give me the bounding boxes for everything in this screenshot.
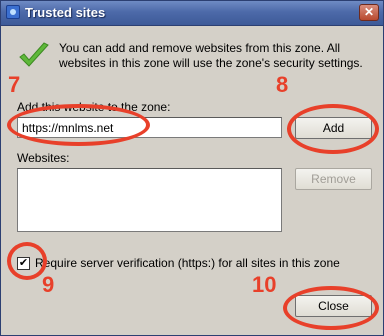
annotation-ellipse-url-input	[7, 104, 150, 146]
window-title: Trusted sites	[25, 5, 106, 20]
internet-options-icon	[6, 5, 20, 19]
annotation-ellipse-add-button	[287, 104, 379, 154]
window-close-button[interactable]: ✕	[359, 4, 379, 21]
green-checkmark-icon	[19, 42, 49, 67]
annotation-ellipse-checkbox	[7, 242, 47, 280]
remove-button[interactable]: Remove	[295, 168, 372, 190]
zone-info-text: You can add and remove websites from thi…	[59, 41, 363, 70]
annotation-number-9: 9	[42, 272, 55, 297]
websites-list[interactable]	[17, 168, 282, 232]
annotation-number-10: 10	[252, 272, 277, 297]
annotation-ellipse-close-button	[283, 286, 379, 330]
websites-label: Websites:	[17, 151, 70, 165]
title-bar[interactable]: Trusted sites ✕	[1, 1, 383, 26]
annotation-number-8: 8	[276, 72, 289, 97]
require-verification-label[interactable]: Require server verification (https:) for…	[35, 256, 340, 270]
annotation-number-7: 7	[8, 72, 21, 97]
